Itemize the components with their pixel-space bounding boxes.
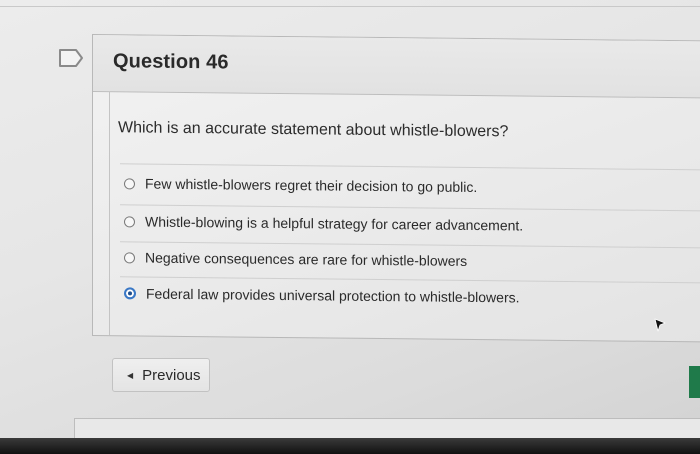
- caret-left-icon: ◀: [127, 370, 134, 380]
- side-tab[interactable]: [689, 366, 700, 398]
- radio-button-selected[interactable]: [124, 287, 136, 300]
- radio-button[interactable]: [124, 215, 135, 227]
- top-divider: [0, 6, 700, 7]
- option-divider: [120, 241, 700, 249]
- answer-option-4[interactable]: Federal law provides universal protectio…: [124, 285, 520, 305]
- option-divider: [120, 276, 700, 284]
- option-divider: [120, 204, 700, 212]
- previous-button-label: Previous: [142, 366, 201, 384]
- answer-option-1[interactable]: Few whistle-blowers regret their decisio…: [124, 175, 477, 195]
- question-body: Which is an accurate statement about whi…: [109, 91, 700, 342]
- answer-option-3[interactable]: Negative consequences are rare for whist…: [124, 249, 467, 269]
- radio-button[interactable]: [124, 251, 135, 263]
- option-divider: [120, 163, 700, 171]
- answer-option-label: Federal law provides universal protectio…: [146, 285, 520, 306]
- answer-option-label: Whistle-blowing is a helpful strategy fo…: [145, 213, 524, 234]
- radio-button[interactable]: [124, 177, 135, 189]
- question-title: Question 46: [113, 50, 229, 74]
- answer-option-2[interactable]: Whistle-blowing is a helpful strategy fo…: [124, 213, 524, 234]
- previous-button[interactable]: ◀ Previous: [112, 358, 210, 392]
- answer-option-label: Negative consequences are rare for whist…: [145, 249, 468, 269]
- answer-option-label: Few whistle-blowers regret their decisio…: [145, 175, 478, 196]
- mouse-cursor-icon: [654, 318, 666, 332]
- screen-bezel: [0, 438, 700, 454]
- question-text: Which is an accurate statement about whi…: [118, 119, 509, 141]
- question-card: Question 46 Which is an accurate stateme…: [92, 34, 700, 343]
- flag-icon[interactable]: [58, 48, 84, 68]
- question-header: Question 46: [93, 35, 700, 99]
